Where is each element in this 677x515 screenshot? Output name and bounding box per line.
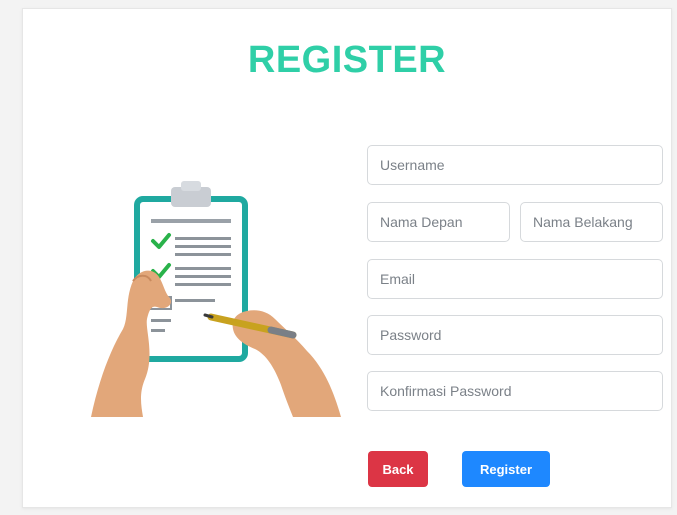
last-name-field[interactable]: [520, 202, 663, 242]
first-name-field[interactable]: [367, 202, 510, 242]
pen-cap: [267, 326, 297, 339]
password-field[interactable]: [367, 315, 663, 355]
paper-line: [151, 319, 171, 322]
paper-line: [175, 245, 231, 248]
paper-line: [151, 329, 165, 332]
back-button[interactable]: Back: [368, 451, 428, 487]
page-title: REGISTER: [247, 39, 447, 81]
paper-line: [175, 237, 231, 240]
register-card: REGISTER Username Nama Depan Nama Belaka…: [22, 8, 672, 508]
clipboard-checklist-illustration: [91, 181, 341, 417]
register-button[interactable]: Register: [462, 451, 550, 487]
paper-line: [175, 267, 231, 270]
paper-line: [175, 299, 215, 302]
username-field[interactable]: [367, 145, 663, 185]
paper-line: [175, 275, 231, 278]
paper-line: [175, 283, 231, 286]
confirm-password-field[interactable]: [367, 371, 663, 411]
paper-line: [175, 253, 231, 256]
clipboard-clip-top: [181, 181, 201, 191]
email-field[interactable]: [367, 259, 663, 299]
pen-tip: [203, 313, 214, 319]
paper-header-line: [151, 219, 231, 223]
